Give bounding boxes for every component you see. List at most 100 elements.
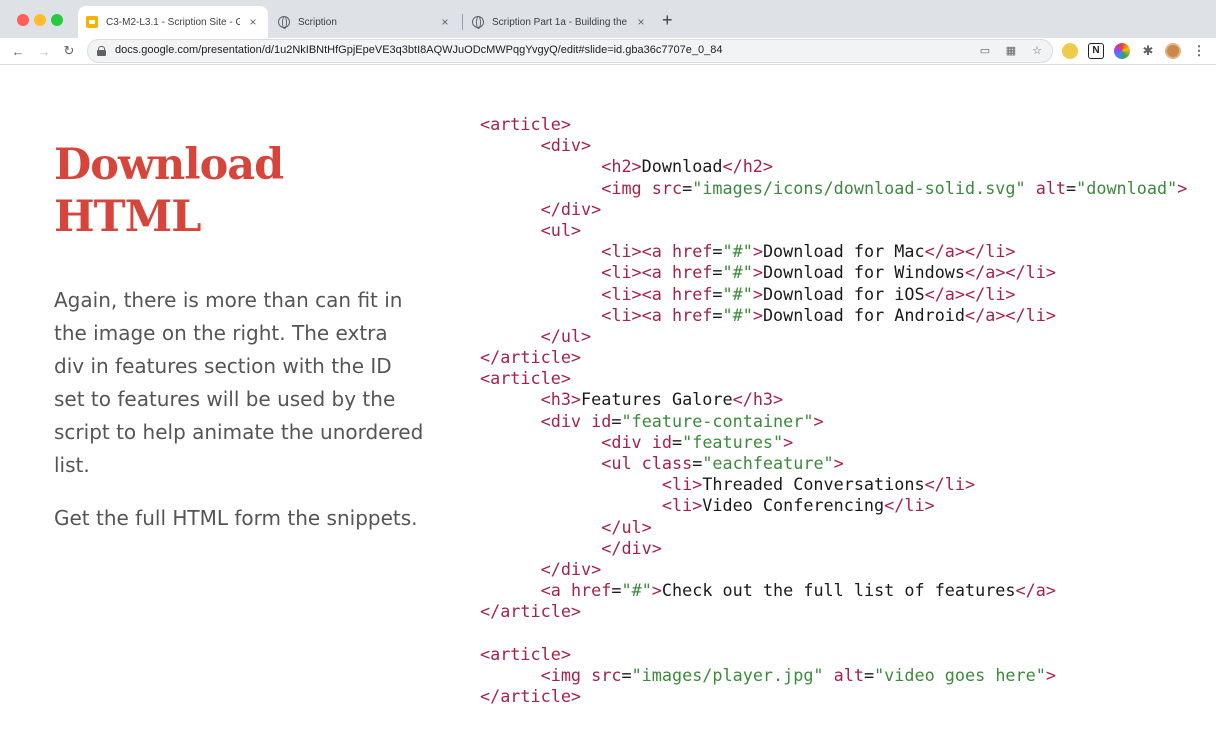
code-token-tag: </div> <box>601 537 662 558</box>
code-token-val: "video goes here" <box>874 664 1046 685</box>
cast-icon[interactable]: ▭ <box>978 44 992 58</box>
code-token-txt: = <box>672 431 683 452</box>
code-line: <li><a href="#">Download for iOS</a></li… <box>480 284 1187 305</box>
browser-tab-slides[interactable]: C3-M2-L3.1 - Scription Site - Goo × <box>78 6 268 38</box>
code-token-tag: <li><a <box>601 241 662 262</box>
code-token-txt: = <box>863 664 875 685</box>
code-token-tag: </h3> <box>732 389 784 410</box>
code-token-txt: = <box>611 580 622 601</box>
code-line: <li>Video Conferencing</li> <box>480 495 1187 516</box>
notion-icon[interactable]: N <box>1088 43 1104 59</box>
code-token-tag: <li> <box>661 474 703 495</box>
code-line: </ul> <box>480 326 1187 347</box>
code-token-tag: </a></li> <box>965 304 1056 325</box>
qr-code-icon[interactable]: ▦ <box>1004 44 1018 58</box>
code-token-tag: > <box>783 431 794 452</box>
color-picker-icon[interactable] <box>1114 43 1130 59</box>
code-token-txt: Video Conferencing <box>702 495 885 516</box>
code-token-tag: <div <box>540 410 582 431</box>
code-token-tag: <img <box>601 177 642 198</box>
code-token-txt: = <box>712 241 723 262</box>
slides-icon <box>86 16 98 28</box>
code-line: <img src="images/player.jpg" alt="video … <box>480 665 1187 686</box>
forward-button[interactable]: → <box>34 41 54 61</box>
more-menu-icon[interactable]: ⋮ <box>1191 43 1207 59</box>
code-token-txt: = <box>692 453 703 473</box>
browser-tab-scription[interactable]: Scription × <box>270 6 460 38</box>
code-token-tag: <img <box>540 664 582 685</box>
browser-tab-scription-part-1a[interactable]: Scription Part 1a - Building the HTML × <box>464 6 656 38</box>
url-text[interactable]: docs.google.com/presentation/d/1u2NkIBNt… <box>115 44 723 56</box>
code-token-tag: <article> <box>480 114 571 134</box>
code-token-attr: href <box>570 580 612 601</box>
code-token-tag: </div> <box>540 198 602 219</box>
code-token-val: "eachfeature" <box>702 453 834 473</box>
extension-yellow-icon[interactable] <box>1062 43 1078 59</box>
bookmark-star-icon[interactable]: ☆ <box>1030 44 1044 58</box>
code-token-attr: href <box>671 283 713 304</box>
code-token-tag: > <box>752 241 763 262</box>
code-token-txt: = <box>712 262 723 283</box>
code-line: </article> <box>480 347 1187 368</box>
code-token-tag: <li><a <box>601 304 662 325</box>
lock-icon[interactable] <box>97 46 106 56</box>
code-token-txt: = <box>712 283 723 304</box>
slide-paragraph-1: Again, there is more than can fit in the… <box>54 288 424 477</box>
close-window-button[interactable] <box>17 14 29 26</box>
code-token-tag: </article> <box>480 601 582 622</box>
code-line: <img src="images/icons/download-solid.sv… <box>480 178 1187 199</box>
tab-strip: C3-M2-L3.1 - Scription Site - Goo × Scri… <box>0 0 1216 38</box>
code-token-tag: <a <box>540 580 561 601</box>
code-token-val: "feature-container" <box>621 410 814 431</box>
new-tab-button[interactable]: + <box>662 10 673 30</box>
code-token-tag: <li><a <box>601 283 662 304</box>
maximize-window-button[interactable] <box>51 14 63 26</box>
code-token-attr: href <box>671 262 713 283</box>
back-button[interactable]: ← <box>8 41 28 61</box>
code-token-attr: id <box>651 431 672 452</box>
code-line: <a href="#">Check out the full list of f… <box>480 580 1187 601</box>
close-tab-icon[interactable]: × <box>634 15 648 29</box>
code-token-attr: id <box>591 410 612 431</box>
code-token-tag: </article> <box>480 686 582 707</box>
minimize-window-button[interactable] <box>34 14 46 26</box>
close-tab-icon[interactable]: × <box>438 15 452 29</box>
code-token-txt: Features Galore <box>581 389 733 410</box>
slide-title-line-1: Download <box>54 140 284 190</box>
code-token-txt: Check out the full list of features <box>661 580 1016 601</box>
code-line: </article> <box>480 686 1187 707</box>
code-token-tag: > <box>833 453 844 473</box>
globe-icon <box>278 16 290 29</box>
address-bar[interactable]: docs.google.com/presentation/d/1u2NkIBNt… <box>87 39 1053 63</box>
code-token-tag: </h2> <box>722 156 774 177</box>
code-line: </div> <box>480 538 1187 559</box>
code-line: <li><a href="#">Download for Windows</a>… <box>480 262 1187 283</box>
code-token-tag: <h3> <box>540 389 582 410</box>
reload-button[interactable]: ↻ <box>59 41 79 61</box>
code-token-tag: </a></li> <box>924 241 1016 262</box>
code-token-tag: <li><a <box>601 262 662 283</box>
code-token-tag: <ul> <box>540 219 582 240</box>
code-token-attr: alt <box>833 664 864 685</box>
code-line: <li>Threaded Conversations</li> <box>480 474 1187 495</box>
code-line: <article> <box>480 644 1187 665</box>
extensions-puzzle-icon[interactable]: ✱ <box>1140 43 1156 59</box>
code-token-tag: <li> <box>661 495 703 516</box>
close-tab-icon[interactable]: × <box>246 15 260 29</box>
code-token-tag: </ul> <box>540 325 592 346</box>
avatar[interactable] <box>1165 43 1181 59</box>
